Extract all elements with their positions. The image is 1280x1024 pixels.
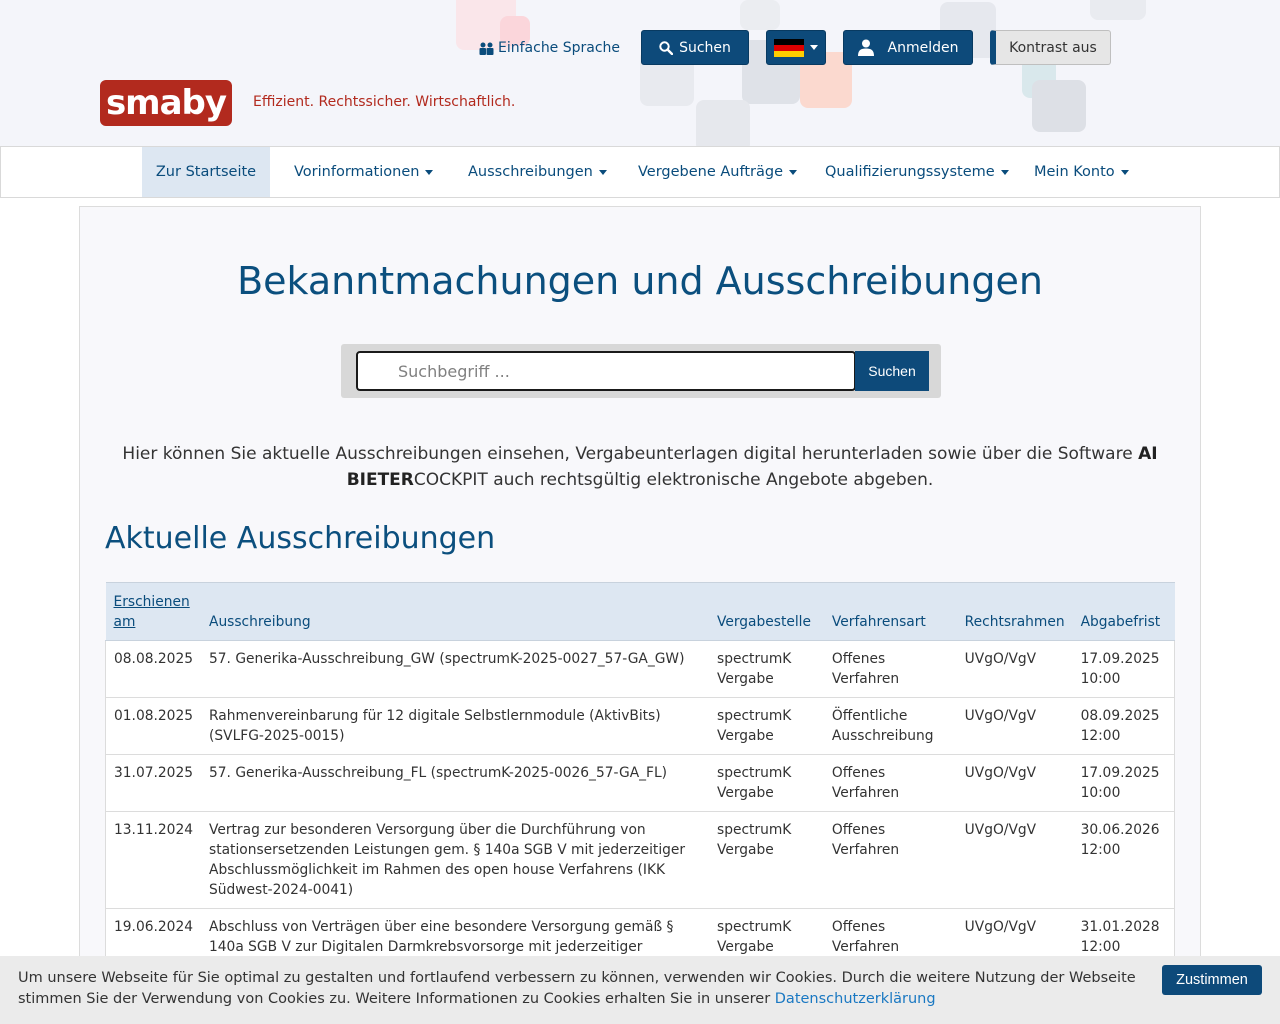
column-header-procedure: Verfahrensart [823, 582, 957, 641]
cell-procedure: Offenes Verfahren [823, 811, 957, 909]
intro-text-part1: Hier können Sie aktuelle Ausschreibungen… [122, 444, 1139, 464]
cell-deadline: 17.09.2025 10:00 [1072, 754, 1175, 812]
chevron-down-icon [1000, 169, 1009, 175]
cell-authority: spectrumK Vergabe [709, 640, 824, 698]
cell-procedure: Offenes Verfahren [823, 640, 957, 698]
nav-item-home[interactable]: Zur Startseite [142, 147, 270, 197]
main-navigation: Zur Startseite Vorinformationen Ausschre… [0, 146, 1280, 198]
people-icon [479, 42, 494, 55]
cell-deadline: 08.09.2025 12:00 [1072, 697, 1175, 755]
cell-legal-framework: UVgO/VgV [956, 640, 1073, 698]
table-header-row: Erschienen am Ausschreibung Vergabestell… [105, 582, 1175, 641]
contrast-label: Kontrast aus [1009, 39, 1097, 56]
section-title: Aktuelle Ausschreibungen [105, 521, 496, 556]
accept-cookies-button[interactable]: Zustimmen [1162, 965, 1262, 995]
header-search-button[interactable]: Suchen [641, 30, 749, 65]
decorative-tile [740, 0, 780, 30]
column-header-authority: Vergabestelle [709, 582, 824, 641]
easy-language-link[interactable]: Einfache Sprache [479, 38, 620, 58]
search-form: Suchen [341, 344, 941, 398]
search-input[interactable] [356, 351, 856, 391]
login-label: Anmelden [887, 39, 959, 56]
intro-text-part2: COCKPIT auch rechtsgültig elektronische … [413, 470, 934, 490]
intro-text: Hier können Sie aktuelle Ausschreibungen… [120, 441, 1160, 493]
smaby-logo[interactable]: smaby [100, 80, 232, 126]
tenders-table: Erschienen am Ausschreibung Vergabestell… [105, 582, 1175, 965]
nav-item-qualifizierungssysteme[interactable]: Qualifizierungssysteme [825, 147, 1009, 197]
column-header-published[interactable]: Erschienen am [105, 582, 201, 641]
german-flag-icon [774, 38, 804, 57]
chevron-down-icon [810, 45, 818, 50]
nav-item-mein-konto[interactable]: Mein Konto [1034, 147, 1129, 197]
cell-published: 13.11.2024 [105, 811, 201, 909]
nav-item-vorinformationen[interactable]: Vorinformationen [294, 147, 434, 197]
nav-item-label: Ausschreibungen [468, 164, 593, 180]
table-row[interactable]: 08.08.2025 57. Generika-Ausschreibung_GW … [105, 640, 1175, 698]
column-header-tender: Ausschreibung [201, 582, 710, 641]
table-row[interactable]: 31.07.2025 57. Generika-Ausschreibung_FL … [105, 754, 1175, 812]
chevron-down-icon [789, 169, 798, 175]
nav-item-label: Qualifizierungssysteme [825, 164, 995, 180]
cell-tender[interactable]: 57. Generika-Ausschreibung_GW (spectrumK… [201, 640, 710, 698]
contrast-toggle[interactable]: Kontrast aus [990, 30, 1111, 65]
cell-authority: spectrumK Vergabe [709, 811, 824, 909]
cell-procedure: Offenes Verfahren [823, 754, 957, 812]
logo-text: smaby [105, 83, 227, 123]
header-search-label: Suchen [679, 39, 731, 56]
cell-legal-framework: UVgO/VgV [956, 754, 1073, 812]
nav-item-label: Mein Konto [1034, 164, 1115, 180]
cell-published: 01.08.2025 [105, 697, 201, 755]
cell-legal-framework: UVgO/VgV [956, 811, 1073, 909]
cell-tender[interactable]: Rahmenvereinbarung für 12 digitale Selbs… [201, 697, 710, 755]
search-submit-button[interactable]: Suchen [855, 351, 929, 391]
chevron-down-icon [1120, 169, 1129, 175]
cell-tender[interactable]: 57. Generika-Ausschreibung_FL (spectrumK… [201, 754, 710, 812]
column-header-deadline: Abgabefrist [1072, 582, 1175, 641]
cell-tender[interactable]: Vertrag zur besonderen Versorgung über d… [201, 811, 710, 909]
cell-authority: spectrumK Vergabe [709, 754, 824, 812]
table-row[interactable]: 01.08.2025 Rahmenvereinbarung für 12 digi… [105, 697, 1175, 755]
decorative-tile [696, 100, 750, 146]
site-header: Einfache Sprache Suchen Anmelden Kontras… [0, 0, 1280, 146]
chevron-down-icon [425, 169, 434, 175]
nav-item-label: Vorinformationen [294, 164, 420, 180]
tagline: Effizient. Rechtssicher. Wirtschaftlich. [253, 94, 516, 110]
main-content: Bekanntmachungen und Ausschreibungen Suc… [79, 206, 1201, 1024]
nav-item-label: Vergebene Aufträge [638, 164, 784, 180]
nav-item-vergebene-auftraege[interactable]: Vergebene Aufträge [638, 147, 798, 197]
page-title: Bekanntmachungen und Ausschreibungen [237, 259, 1043, 303]
nav-item-label: Zur Startseite [155, 164, 257, 180]
decorative-tile [1032, 80, 1086, 132]
cell-authority: spectrumK Vergabe [709, 697, 824, 755]
cell-deadline: 17.09.2025 10:00 [1072, 640, 1175, 698]
cell-published: 08.08.2025 [105, 640, 201, 698]
table-row[interactable]: 13.11.2024 Vertrag zur besonderen Versorg… [105, 811, 1175, 909]
column-header-legal-framework: Rechtsrahmen [956, 582, 1073, 641]
privacy-policy-link[interactable]: Datenschutzerklärung [775, 991, 936, 1007]
nav-item-ausschreibungen[interactable]: Ausschreibungen [468, 147, 607, 197]
language-selector[interactable] [766, 30, 826, 65]
easy-language-label: Einfache Sprache [498, 40, 621, 56]
search-icon [659, 40, 674, 55]
cell-procedure: Öffentliche Ausschreibung [823, 697, 957, 755]
chevron-down-icon [598, 169, 607, 175]
cookie-text: Um unsere Webseite für Sie optimal zu ge… [18, 968, 1138, 1010]
cell-legal-framework: UVgO/VgV [956, 697, 1073, 755]
cell-published: 31.07.2025 [105, 754, 201, 812]
login-button[interactable]: Anmelden [843, 30, 973, 65]
cookie-banner: Um unsere Webseite für Sie optimal zu ge… [0, 956, 1280, 1024]
cell-deadline: 30.06.2026 12:00 [1072, 811, 1175, 909]
cookie-message: Um unsere Webseite für Sie optimal zu ge… [18, 970, 1136, 1007]
decorative-tile [1090, 0, 1146, 20]
user-icon [857, 39, 874, 56]
